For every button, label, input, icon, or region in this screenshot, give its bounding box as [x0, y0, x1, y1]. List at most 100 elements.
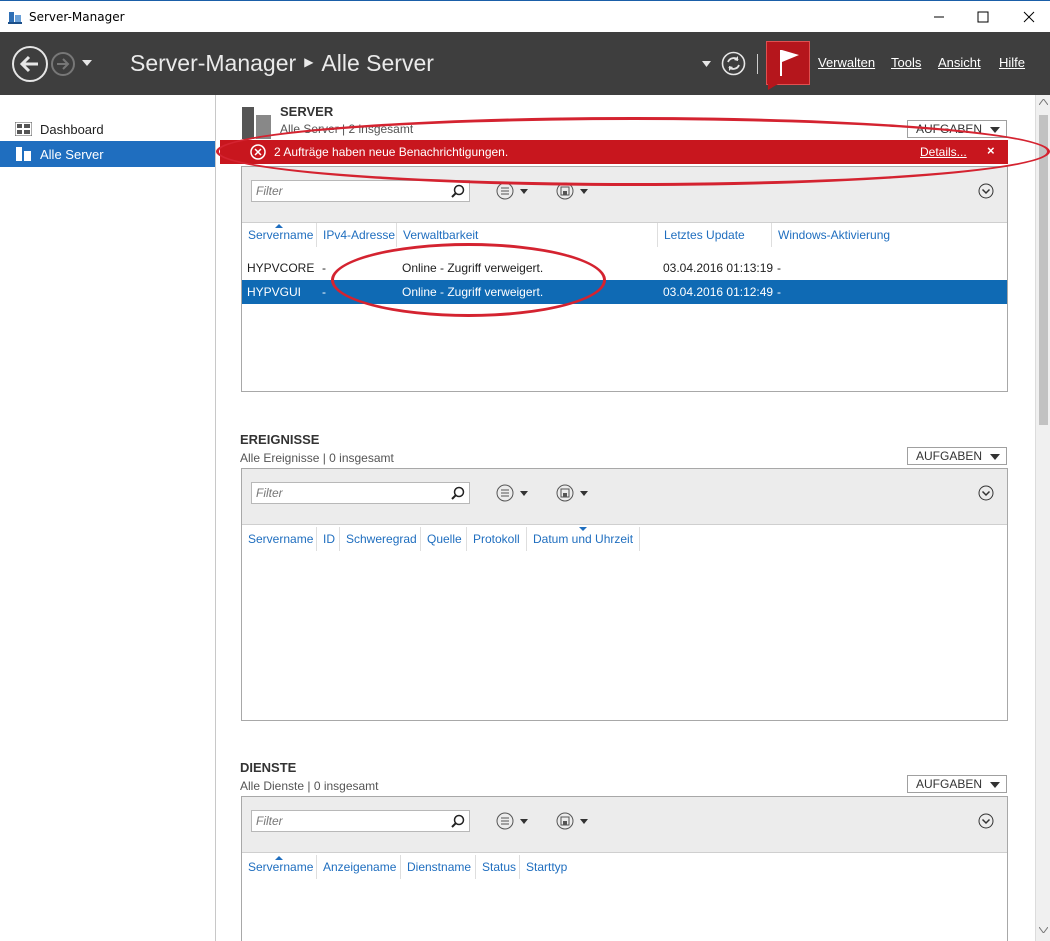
column-anzeigename[interactable]: Anzeigename	[317, 855, 401, 879]
breadcrumb: Server-Manager ▶ Alle Server	[130, 50, 434, 77]
close-icon	[1023, 11, 1035, 23]
expand-icon[interactable]	[978, 813, 994, 829]
filter-placeholder: Filter	[256, 814, 283, 828]
cell-servername: HYPVCORE	[247, 261, 315, 275]
menu-verwalten[interactable]: Verwalten	[818, 55, 875, 70]
cell-letztes-update: 03.04.2016 01:13:19	[663, 261, 774, 275]
services-filter-input[interactable]: Filter	[251, 810, 470, 832]
events-section-title: EREIGNISSE	[240, 432, 320, 447]
window-title: Server-Manager	[29, 10, 125, 24]
scrollbar-thumb[interactable]	[1039, 115, 1048, 425]
notification-close-button[interactable]: ×	[987, 143, 995, 158]
notification-message: 2 Aufträge haben neue Benachrichtigungen…	[274, 145, 509, 159]
server-icon	[16, 147, 31, 161]
back-arrow-icon[interactable]	[11, 45, 49, 83]
list-options-icon[interactable]	[496, 812, 530, 830]
filter-placeholder: Filter	[256, 184, 283, 198]
sidebar-item-alle-server[interactable]: Alle Server	[0, 141, 215, 167]
services-column-headers: Servername Anzeigename Dienstname Status…	[242, 855, 1007, 879]
list-options-icon[interactable]	[496, 182, 530, 200]
forward-arrow-icon[interactable]	[50, 51, 76, 77]
table-row-selected[interactable]: HYPVGUI - Online - Zugriff verweigert. 0…	[242, 280, 1007, 304]
events-tasks-button[interactable]: AUFGABEN	[907, 447, 1007, 465]
breadcrumb-page: Alle Server	[321, 50, 434, 76]
tasks-label: AUFGABEN	[916, 777, 983, 791]
save-query-icon[interactable]	[556, 484, 590, 502]
dashboard-icon	[15, 122, 32, 136]
column-verwaltbarkeit[interactable]: Verwaltbarkeit	[397, 223, 658, 247]
chevron-down-icon	[990, 454, 1000, 460]
menu-tools[interactable]: Tools	[891, 55, 921, 70]
column-id[interactable]: ID	[317, 527, 340, 551]
refresh-icon[interactable]	[721, 51, 746, 76]
sidebar-item-label: Alle Server	[40, 146, 104, 162]
chevron-down-icon	[990, 782, 1000, 788]
vertical-scrollbar[interactable]	[1035, 95, 1050, 941]
events-filter-input[interactable]: Filter	[251, 482, 470, 504]
services-section-subtitle: Alle Dienste | 0 insgesamt	[240, 779, 379, 793]
scroll-down-icon[interactable]	[1039, 927, 1048, 933]
cell-letztes-update: 03.04.2016 01:12:49	[663, 285, 774, 299]
column-schweregrad[interactable]: Schweregrad	[340, 527, 421, 551]
services-tasks-button[interactable]: AUFGABEN	[907, 775, 1007, 793]
minimize-button[interactable]	[916, 1, 962, 33]
column-dienstname[interactable]: Dienstname	[401, 855, 476, 879]
server-toolbar: Filter	[242, 167, 1007, 223]
cell-ipv4: -	[322, 261, 326, 275]
server-panel: Filter Servername IPv4-Adresse Verwaltba…	[241, 166, 1008, 392]
search-icon[interactable]	[451, 814, 465, 828]
search-icon[interactable]	[451, 184, 465, 198]
menu-ansicht[interactable]: Ansicht	[938, 55, 981, 70]
save-query-icon[interactable]	[556, 812, 590, 830]
close-button[interactable]	[1006, 1, 1050, 33]
server-column-headers: Servername IPv4-Adresse Verwaltbarkeit L…	[242, 223, 1007, 247]
refresh-dropdown-icon[interactable]	[702, 61, 711, 67]
column-letztes-update[interactable]: Letztes Update	[658, 223, 772, 247]
maximize-button[interactable]	[960, 1, 1006, 33]
services-panel: Filter Servername Anzeigename Dienstname…	[241, 796, 1008, 941]
expand-icon[interactable]	[978, 485, 994, 501]
server-section-title: SERVER	[280, 104, 334, 119]
servers-section-icon	[242, 107, 271, 139]
column-ipv4[interactable]: IPv4-Adresse	[317, 223, 397, 247]
events-column-headers: Servername ID Schweregrad Quelle Protoko…	[242, 527, 1007, 551]
services-section-title: DIENSTE	[240, 760, 297, 775]
cell-verwaltbarkeit: Online - Zugriff verweigert.	[402, 261, 544, 275]
cell-verwaltbarkeit: Online - Zugriff verweigert.	[402, 285, 544, 299]
sort-ascending-icon	[275, 224, 283, 228]
header-divider	[757, 54, 758, 74]
events-section-subtitle: Alle Ereignisse | 0 insgesamt	[240, 451, 394, 465]
column-protokoll[interactable]: Protokoll	[467, 527, 527, 551]
notification-bar: 2 Aufträge haben neue Benachrichtigungen…	[220, 140, 1008, 164]
error-icon	[250, 144, 266, 160]
expand-icon[interactable]	[978, 183, 994, 199]
column-quelle[interactable]: Quelle	[421, 527, 467, 551]
column-servername[interactable]: Servername	[242, 527, 317, 551]
events-panel: Filter Servername ID Schweregrad Quelle …	[241, 468, 1008, 721]
menu-hilfe[interactable]: Hilfe	[999, 55, 1025, 70]
scroll-up-icon[interactable]	[1039, 99, 1048, 105]
table-row[interactable]: HYPVCORE - Online - Zugriff verweigert. …	[242, 256, 1007, 280]
cell-windows-aktivierung: -	[777, 261, 781, 275]
breadcrumb-separator-icon: ▶	[304, 55, 314, 69]
sidebar-item-dashboard[interactable]: Dashboard	[0, 116, 215, 142]
server-filter-input[interactable]: Filter	[251, 180, 470, 202]
cell-ipv4: -	[322, 285, 326, 299]
server-tasks-button[interactable]: AUFGABEN	[907, 120, 1007, 138]
app-header: Server-Manager ▶ Alle Server Verwalten Too…	[0, 32, 1050, 95]
history-dropdown-icon[interactable]	[82, 60, 92, 66]
column-starttyp[interactable]: Starttyp	[520, 855, 580, 879]
maximize-icon	[977, 11, 989, 23]
column-windows-aktivierung[interactable]: Windows-Aktivierung	[772, 223, 896, 247]
list-options-icon[interactable]	[496, 484, 530, 502]
title-bar: Server-Manager	[0, 0, 1050, 32]
notification-details-link[interactable]: Details...	[920, 145, 967, 159]
server-manager-app-icon	[8, 12, 22, 24]
sort-descending-icon	[579, 527, 587, 531]
notifications-flag-button[interactable]	[766, 41, 810, 85]
column-status[interactable]: Status	[476, 855, 520, 879]
save-query-icon[interactable]	[556, 182, 590, 200]
chevron-down-icon	[990, 127, 1000, 133]
services-toolbar: Filter	[242, 797, 1007, 853]
search-icon[interactable]	[451, 486, 465, 500]
